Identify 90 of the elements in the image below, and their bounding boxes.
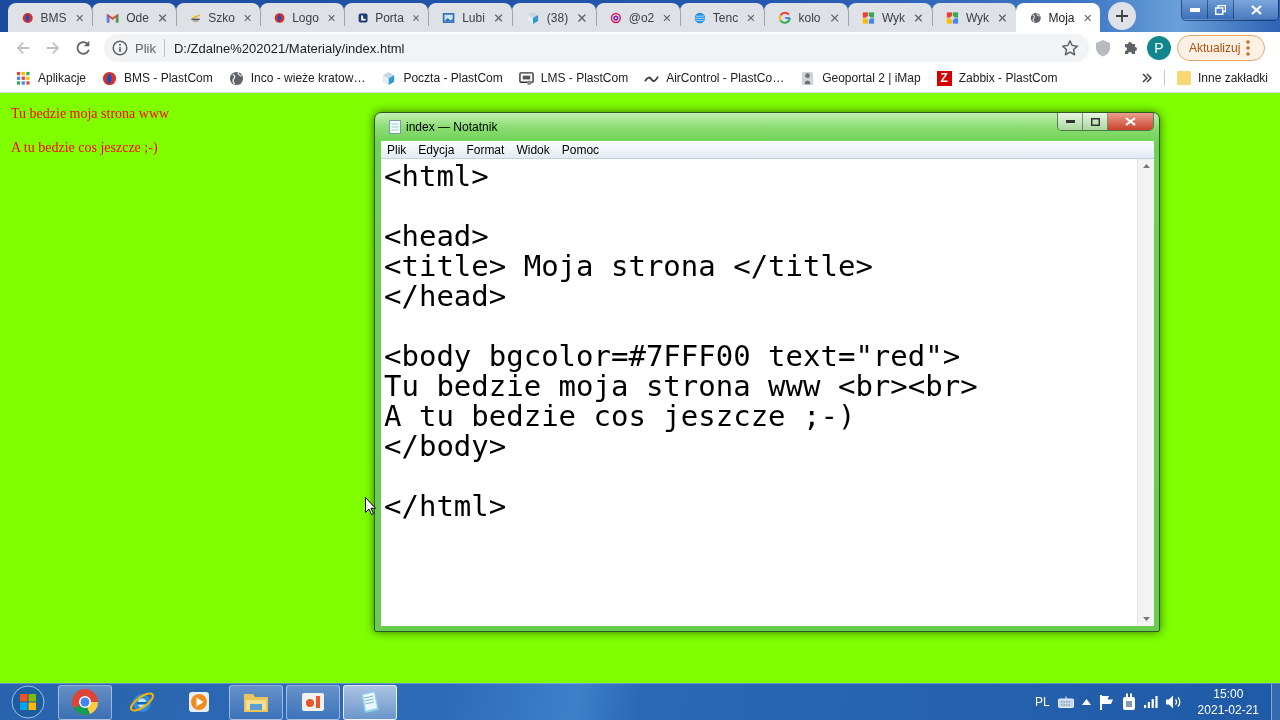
cube-icon (381, 70, 397, 86)
kebab-menu-icon (1246, 40, 1251, 56)
minimize-button[interactable] (1058, 113, 1083, 130)
browser-tab[interactable]: kolo (764, 3, 848, 32)
browser-tab[interactable]: Tenc (680, 3, 764, 32)
close-icon (1250, 4, 1262, 15)
menu-item[interactable]: Widok (510, 142, 556, 157)
menu-item[interactable]: Plik (381, 142, 413, 157)
bookmark-folder[interactable]: Inne zakładki (1197, 71, 1268, 85)
browser-tab[interactable]: Wyk (932, 3, 1016, 32)
bookmark-link[interactable]: Geoportal 2 | iMap (822, 71, 921, 85)
window-title: index — Notatnik (406, 120, 498, 134)
page-text: Tu bedzie moja strona www (11, 105, 170, 122)
star-icon[interactable] (1061, 39, 1079, 57)
up-arrow-icon (1142, 164, 1150, 168)
puzzle-icon (1122, 39, 1140, 57)
notepad-icon (389, 120, 401, 134)
start-orb-icon (11, 685, 45, 719)
taskbar-button[interactable] (343, 684, 397, 720)
globe-icon (228, 70, 244, 86)
apps-grid-icon (16, 70, 31, 86)
letter-g-icon (778, 9, 792, 26)
restore-button[interactable] (1208, 0, 1234, 19)
minimize-button[interactable] (1182, 0, 1208, 19)
browser-tab[interactable]: Porta (344, 3, 428, 32)
browser-tab[interactable]: (38) (512, 3, 596, 32)
power-plug-icon[interactable] (1121, 693, 1136, 711)
color-grid-icon (946, 9, 959, 26)
bookmark-link[interactable]: Poczta - PlastCom (403, 71, 503, 85)
maximize-button[interactable] (1083, 113, 1108, 130)
back-arrow-icon (14, 39, 32, 57)
browser-tab[interactable]: Ode (92, 3, 176, 32)
bookmark-link[interactable]: BMS - PlastCom (124, 71, 213, 85)
taskbar-button[interactable] (229, 684, 283, 720)
language-indicator[interactable]: PL (1034, 695, 1050, 709)
browser-tab[interactable]: Lubi (428, 3, 512, 32)
browser-tab[interactable]: Szko (176, 3, 260, 32)
signal-bars-icon[interactable] (1143, 696, 1158, 708)
menu-item[interactable]: Pomoc (555, 142, 606, 157)
url-text: D:/Zdalne%202021/Materialy/index.html (173, 40, 405, 56)
taskbar-button[interactable] (286, 684, 340, 720)
keyboard-icon[interactable] (1057, 696, 1074, 708)
volume-icon[interactable] (1165, 695, 1182, 709)
browser-tab[interactable]: BMS (8, 3, 92, 32)
start-button[interactable] (10, 684, 46, 720)
reload-icon (74, 39, 92, 57)
bookmark-link[interactable]: Zabbix - PlastCom (958, 71, 1058, 85)
new-tab-button[interactable] (1108, 2, 1136, 30)
address-bar[interactable]: Plik D:/Zdalne%202021/Materialy/index.html (104, 34, 1089, 62)
minimize-icon (1189, 7, 1200, 12)
plus-icon (1115, 9, 1129, 23)
browser-tab[interactable]: Wyk (848, 3, 932, 32)
security-label: Plik (135, 40, 156, 56)
menu-item[interactable]: Edycja (412, 142, 461, 157)
taskbar-button[interactable] (58, 684, 112, 720)
cube-icon (526, 9, 540, 26)
monitor-icon (518, 70, 534, 86)
browser-tab[interactable]: Moja (1016, 3, 1100, 32)
tricolor-circle-icon (71, 688, 99, 716)
browser-tab[interactable]: @o2 (596, 3, 680, 32)
shield-icon (1095, 39, 1111, 57)
color-grid-icon (862, 9, 875, 26)
menu-item[interactable]: Format (460, 142, 511, 157)
flame-icon (102, 70, 118, 86)
forward-arrow-icon (44, 39, 62, 57)
bookmark-link[interactable]: AirControl - PlastCo… (666, 71, 785, 85)
restore-icon (1215, 4, 1226, 15)
profile-avatar[interactable]: P (1147, 36, 1171, 60)
info-icon (112, 40, 128, 56)
bookmark-link[interactable]: LMS - PlastCom (540, 71, 629, 85)
close-icon (1125, 117, 1136, 126)
letter-tile-icon: Z (936, 70, 952, 86)
down-arrow-icon (1142, 617, 1150, 621)
browser-tab[interactable]: Logo (260, 3, 344, 32)
update-button[interactable]: Aktualizuj (1177, 35, 1265, 61)
folder-icon (1176, 71, 1191, 85)
bookmark-link[interactable]: Inco - wieże kratow… (250, 71, 366, 85)
page-text: A tu bedzie cos jeszcze ;-) (11, 139, 158, 156)
double-chevron-icon[interactable] (1141, 73, 1152, 83)
maximize-icon (1090, 117, 1100, 126)
bookmark-link[interactable]: Aplikacje (38, 71, 87, 85)
close-button[interactable] (1234, 0, 1278, 19)
vertical-scrollbar[interactable] (1137, 159, 1154, 626)
chevron-up-icon[interactable] (1081, 699, 1091, 705)
close-button[interactable] (1108, 113, 1153, 130)
figure-icon (800, 70, 816, 86)
flag-icon[interactable] (1098, 694, 1114, 710)
clock[interactable]: 15:00 2021-02-21 (1197, 686, 1259, 718)
minimize-icon (1065, 120, 1075, 123)
pointer-icon (365, 497, 376, 515)
